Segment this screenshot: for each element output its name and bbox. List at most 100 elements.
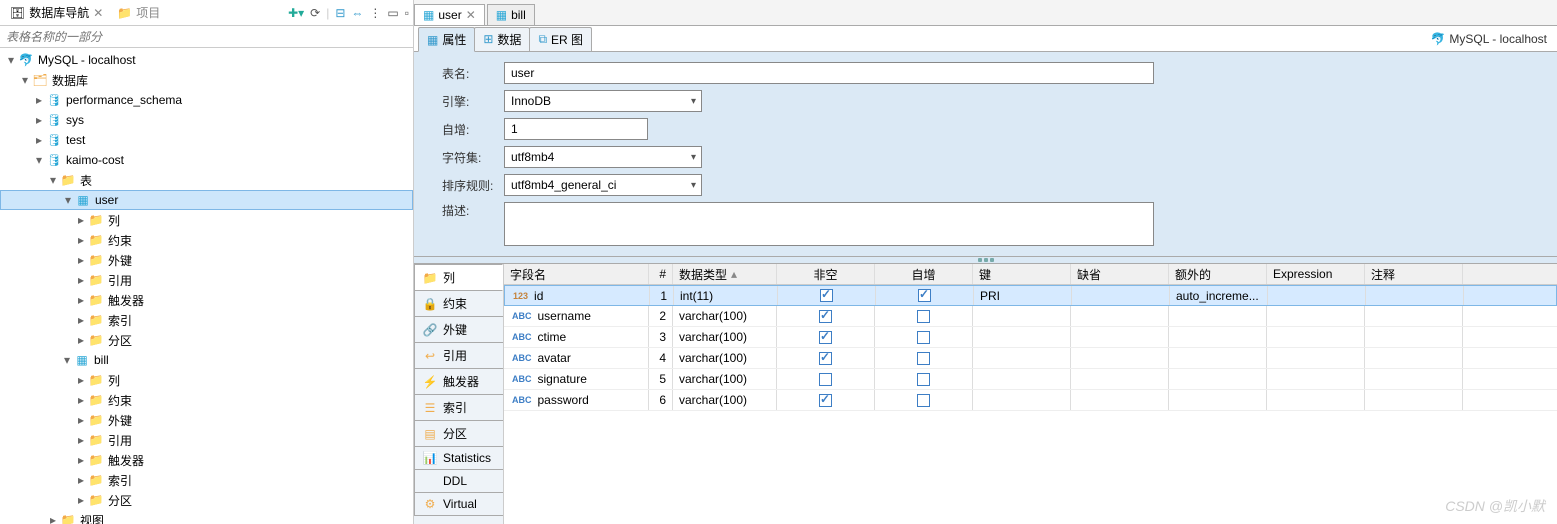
tree-folder[interactable]: ▸📁触发器 <box>0 450 413 470</box>
tree-databases[interactable]: ▾ 🗂 数据库 <box>0 70 413 90</box>
chevron-right-icon[interactable]: ▸ <box>74 453 88 467</box>
chevron-right-icon[interactable]: ▸ <box>74 413 88 427</box>
subtab-data[interactable]: ⊞ 数据 <box>474 27 530 51</box>
link-icon[interactable]: ⇔ <box>351 6 363 20</box>
chevron-down-icon[interactable]: ▾ <box>61 193 75 207</box>
tree-db-perf[interactable]: ▸ 🛢 performance_schema <box>0 90 413 110</box>
editor-tab-bill[interactable]: ▦ bill <box>487 4 535 25</box>
chevron-right-icon[interactable]: ▸ <box>74 473 88 487</box>
col-header-autoinc[interactable]: 自增 <box>875 264 973 284</box>
tree-folder[interactable]: ▸📁引用 <box>0 430 413 450</box>
menu-icon[interactable]: ⋮ <box>369 6 381 20</box>
subtab-er[interactable]: ⧉ ER 图 <box>529 27 592 51</box>
side-tab-列[interactable]: 📁列 <box>414 264 503 291</box>
checkbox-notnull[interactable] <box>819 352 832 365</box>
chevron-right-icon[interactable]: ▸ <box>74 273 88 287</box>
checkbox-notnull[interactable] <box>819 373 832 386</box>
chevron-right-icon[interactable]: ▸ <box>74 213 88 227</box>
chevron-right-icon[interactable]: ▸ <box>32 93 46 107</box>
tree-views[interactable]: ▸ 📁 视图 <box>0 510 413 524</box>
select-engine[interactable] <box>504 90 702 112</box>
checkbox-autoinc[interactable] <box>917 310 930 323</box>
minimize-icon[interactable]: ▭ <box>387 6 398 20</box>
col-header-default[interactable]: 缺省 <box>1071 264 1169 284</box>
new-connection-icon[interactable]: ✚▾ <box>288 6 304 20</box>
column-row[interactable]: ABCsignature5varchar(100) <box>504 369 1557 390</box>
chevron-right-icon[interactable]: ▸ <box>74 493 88 507</box>
checkbox-autoinc[interactable] <box>917 394 930 407</box>
side-tab-索引[interactable]: ☰索引 <box>414 394 503 421</box>
chevron-right-icon[interactable]: ▸ <box>74 293 88 307</box>
tree-folder[interactable]: ▸📁列 <box>0 370 413 390</box>
chevron-right-icon[interactable]: ▸ <box>74 333 88 347</box>
col-header-num[interactable]: # <box>649 264 673 284</box>
checkbox-notnull[interactable] <box>820 289 833 302</box>
col-header-comment[interactable]: 注释 <box>1365 264 1463 284</box>
col-header-type[interactable]: 数据类型▴ <box>673 264 777 284</box>
chevron-down-icon[interactable]: ▾ <box>32 153 46 167</box>
tree-folder[interactable]: ▸📁约束 <box>0 230 413 250</box>
checkbox-notnull[interactable] <box>819 310 832 323</box>
chevron-right-icon[interactable]: ▸ <box>32 113 46 127</box>
editor-tab-user[interactable]: ▦ user ✕ <box>414 4 485 25</box>
col-header-expr[interactable]: Expression <box>1267 264 1365 284</box>
column-row[interactable]: 123id1int(11)PRIauto_increme... <box>504 285 1557 306</box>
checkbox-notnull[interactable] <box>819 394 832 407</box>
checkbox-autoinc[interactable] <box>918 289 931 302</box>
select-collation[interactable] <box>504 174 702 196</box>
col-header-extra[interactable]: 额外的 <box>1169 264 1267 284</box>
column-row[interactable]: ABCavatar4varchar(100) <box>504 348 1557 369</box>
side-tab-外键[interactable]: 🔗外键 <box>414 316 503 343</box>
tree-folder[interactable]: ▸📁索引 <box>0 310 413 330</box>
tree-table-user[interactable]: ▾ ▦ user <box>0 190 413 210</box>
tab-db-navigator[interactable]: 🗄 数据库导航 ✕ <box>4 2 109 23</box>
side-tab-ddl[interactable]: DDL <box>414 469 503 493</box>
chevron-down-icon[interactable]: ▾ <box>4 53 18 67</box>
subtab-properties[interactable]: ▦ 属性 <box>418 27 475 52</box>
side-tab-分区[interactable]: ▤分区 <box>414 420 503 447</box>
tree-folder[interactable]: ▸📁索引 <box>0 470 413 490</box>
tree-folder[interactable]: ▸📁列 <box>0 210 413 230</box>
settings-icon[interactable]: ▫ <box>405 6 409 20</box>
side-tab-引用[interactable]: ↩引用 <box>414 342 503 369</box>
tree-folder[interactable]: ▸📁分区 <box>0 490 413 510</box>
chevron-down-icon[interactable]: ▾ <box>46 173 60 187</box>
chevron-right-icon[interactable]: ▸ <box>32 133 46 147</box>
tab-projects[interactable]: 📁 项目 <box>111 2 166 23</box>
chevron-down-icon[interactable]: ▾ <box>60 353 74 367</box>
side-tab-约束[interactable]: 🔒约束 <box>414 290 503 317</box>
tree-folder[interactable]: ▸📁外键 <box>0 250 413 270</box>
textarea-description[interactable] <box>504 202 1154 246</box>
chevron-right-icon[interactable]: ▸ <box>74 233 88 247</box>
checkbox-autoinc[interactable] <box>917 352 930 365</box>
col-header-notnull[interactable]: 非空 <box>777 264 875 284</box>
column-row[interactable]: ABCusername2varchar(100) <box>504 306 1557 327</box>
column-row[interactable]: ABCctime3varchar(100) <box>504 327 1557 348</box>
tree-tables[interactable]: ▾ 📁 表 <box>0 170 413 190</box>
tree-db-kaimo[interactable]: ▾ 🛢 kaimo-cost <box>0 150 413 170</box>
tree-connection[interactable]: ▾ 🐬 MySQL - localhost <box>0 50 413 70</box>
checkbox-autoinc[interactable] <box>917 373 930 386</box>
tree-folder[interactable]: ▸📁触发器 <box>0 290 413 310</box>
tree-folder[interactable]: ▸📁引用 <box>0 270 413 290</box>
close-icon[interactable]: ✕ <box>466 8 476 22</box>
tree-folder[interactable]: ▸📁约束 <box>0 390 413 410</box>
input-table-name[interactable] <box>504 62 1154 84</box>
side-tab-virtual[interactable]: ⚙Virtual <box>414 492 503 516</box>
chevron-right-icon[interactable]: ▸ <box>74 313 88 327</box>
refresh-icon[interactable]: ⟳ <box>310 6 320 20</box>
db-tree[interactable]: ▾ 🐬 MySQL - localhost ▾ 🗂 数据库 ▸ 🛢 perfor… <box>0 48 413 524</box>
chevron-right-icon[interactable]: ▸ <box>46 513 60 524</box>
tree-folder[interactable]: ▸📁分区 <box>0 330 413 350</box>
checkbox-notnull[interactable] <box>819 331 832 344</box>
select-charset[interactable] <box>504 146 702 168</box>
tree-folder[interactable]: ▸📁外键 <box>0 410 413 430</box>
col-header-name[interactable]: 字段名 <box>504 264 649 284</box>
tree-db-test[interactable]: ▸ 🛢 test <box>0 130 413 150</box>
input-autoinc[interactable] <box>504 118 648 140</box>
chevron-right-icon[interactable]: ▸ <box>74 253 88 267</box>
chevron-right-icon[interactable]: ▸ <box>74 433 88 447</box>
chevron-right-icon[interactable]: ▸ <box>74 393 88 407</box>
tree-db-sys[interactable]: ▸ 🛢 sys <box>0 110 413 130</box>
collapse-icon[interactable]: ⊟ <box>335 6 345 20</box>
